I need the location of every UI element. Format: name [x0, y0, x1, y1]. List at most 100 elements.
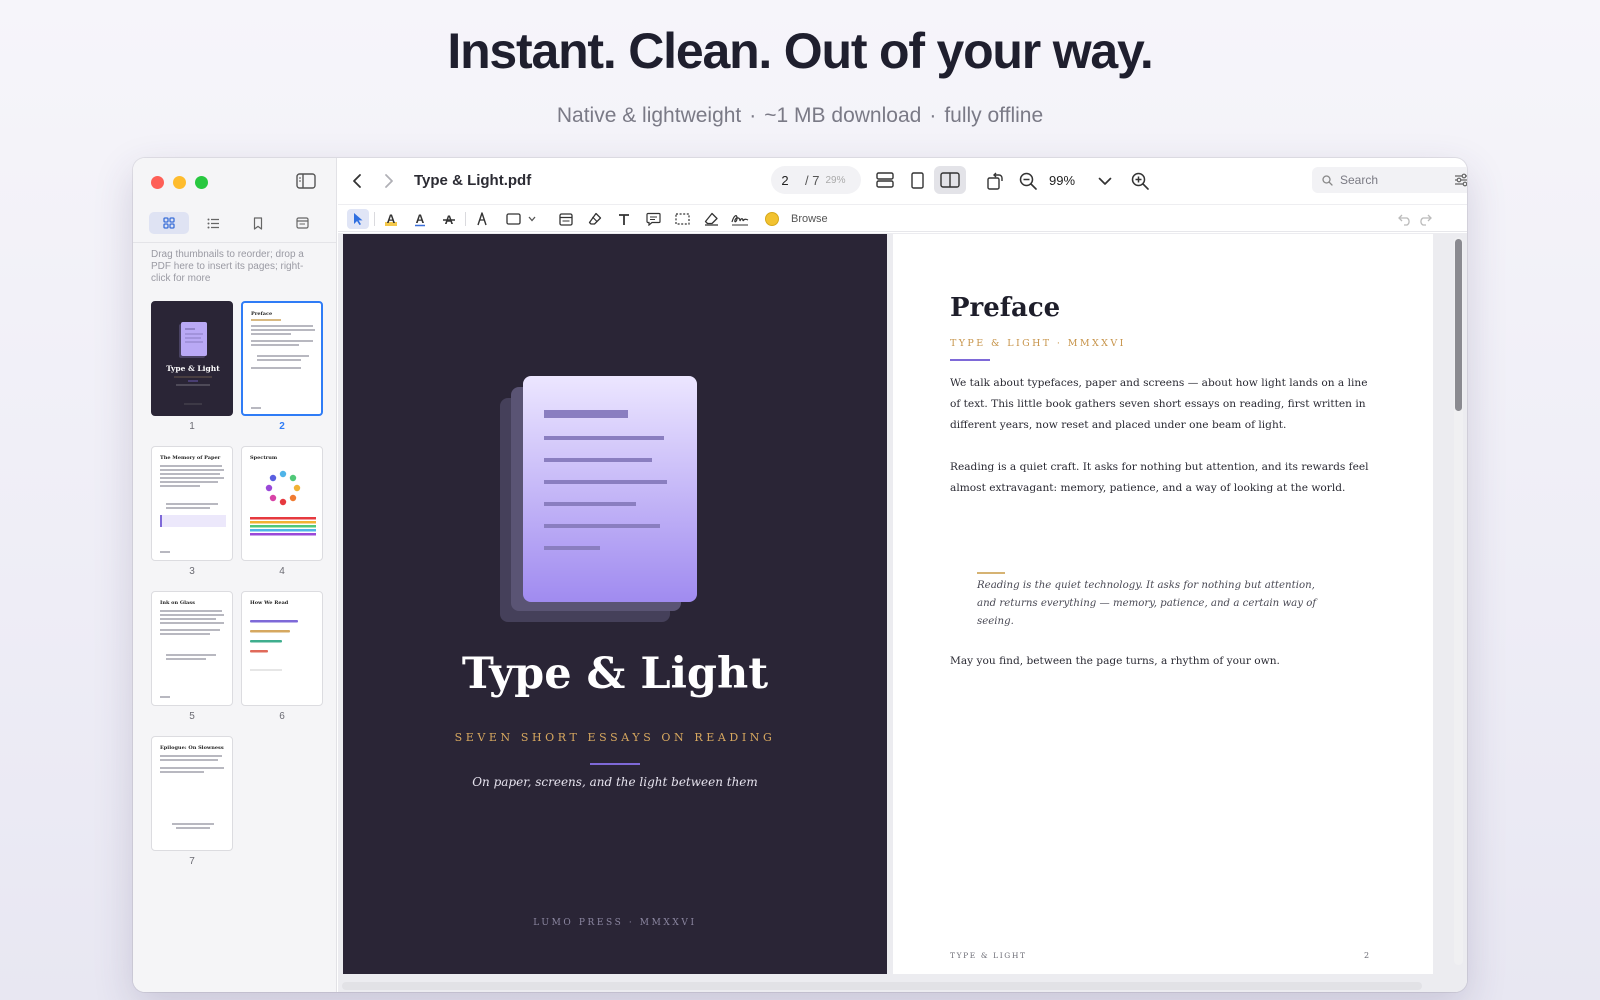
current-page-field[interactable]: 2	[771, 173, 799, 188]
thumbnail-page-5[interactable]: Ink on Glass 5	[151, 591, 233, 722]
zoom-menu-button[interactable]	[1094, 170, 1116, 192]
thumbnail-page-7[interactable]: Epilogue: On Slowness 7	[151, 736, 233, 867]
eraser-icon	[588, 212, 602, 225]
bookmark-icon	[254, 216, 263, 230]
grid-icon	[163, 217, 175, 229]
thumbnail-page-6[interactable]: How We Read 6	[241, 591, 323, 722]
undo-button[interactable]	[1396, 212, 1414, 228]
scrollbar-thumb[interactable]	[1455, 239, 1462, 411]
pen-icon	[477, 212, 487, 226]
page-footer-title: TYPE & LIGHT	[950, 951, 1027, 960]
hero-subline: Native & lightweight · ~1 MB download · full…	[0, 104, 1600, 128]
strikethrough-text-icon: A	[443, 213, 455, 227]
annotation-toolbar: A A A Browse	[338, 204, 1467, 232]
text-tool[interactable]	[613, 209, 635, 229]
undo-icon	[1398, 214, 1410, 226]
page-footer-number: 2	[1364, 951, 1370, 960]
color-picker-button[interactable]	[763, 209, 781, 229]
select-tool[interactable]	[347, 209, 369, 229]
comment-tool[interactable]	[642, 209, 664, 229]
sticky-note-icon	[559, 212, 573, 226]
thumbnail-number: 2	[279, 421, 285, 432]
underline-tool[interactable]: A	[409, 209, 431, 229]
preface-pull-quote: Reading is the quiet technology. It asks…	[977, 580, 1317, 627]
thumbnail-title: The Memory of Paper	[160, 455, 221, 461]
sidebar-tabs	[149, 212, 323, 234]
document-viewport[interactable]: Type & Light SEVEN SHORT ESSAYS ON READI…	[338, 233, 1467, 992]
forward-button[interactable]	[378, 170, 400, 192]
preface-divider	[950, 359, 990, 361]
thumbnail-image: Type & Light	[151, 301, 233, 416]
preface-paragraph-3: May you find, between the page turns, a …	[950, 655, 1280, 667]
redact-tool[interactable]	[700, 209, 722, 229]
preface-paragraph-1: We talk about typefaces, paper and scree…	[950, 377, 1368, 431]
signature-tool[interactable]	[729, 209, 751, 229]
sidebar-divider	[133, 242, 336, 243]
zoom-out-button[interactable]	[1016, 170, 1040, 192]
continuous-scroll-button[interactable]	[870, 166, 900, 194]
redo-button[interactable]	[1416, 212, 1434, 228]
clear-format-icon	[704, 212, 718, 226]
tab-thumbnails[interactable]	[149, 212, 189, 234]
svg-text:Type & Light: Type & Light	[166, 364, 220, 373]
eraser-tool[interactable]	[584, 209, 606, 229]
total-pages: / 7	[805, 172, 820, 188]
shape-tool[interactable]	[502, 209, 524, 229]
sidebar-hint: Drag thumbnails to reorder; drop a PDF h…	[151, 249, 304, 284]
browse-mode-label[interactable]: Browse	[791, 213, 828, 225]
rectangle-icon	[505, 213, 521, 225]
shape-menu-button[interactable]	[525, 209, 539, 229]
search-options-icon[interactable]	[1454, 173, 1467, 187]
list-icon	[207, 218, 220, 228]
chevron-left-icon	[353, 174, 361, 188]
cover-title: Type & Light	[461, 649, 769, 699]
underline-text-icon: A	[415, 212, 425, 226]
traffic-lights	[151, 176, 208, 189]
zoom-window-button[interactable]	[195, 176, 208, 189]
thumbnail-image: Spectrum	[241, 446, 323, 561]
two-page-button[interactable]	[934, 166, 966, 194]
text-icon	[619, 213, 629, 225]
thumbnail-page-1[interactable]: Type & Light 1	[151, 301, 233, 432]
zoom-in-button[interactable]	[1128, 170, 1152, 192]
single-page-button[interactable]	[900, 166, 934, 194]
zoom-level[interactable]: 99%	[1049, 173, 1075, 188]
tab-annotations[interactable]	[283, 212, 323, 234]
feature-size: ~1 MB download	[764, 104, 922, 127]
thumbnail-page-2[interactable]: Preface 2	[241, 301, 323, 432]
minimize-window-button[interactable]	[173, 176, 186, 189]
svg-text:A: A	[416, 212, 425, 226]
sidebar-toggle-icon[interactable]	[296, 173, 318, 191]
separator-dot: ·	[749, 104, 757, 127]
page-indicator[interactable]: 2 / 7 29%	[771, 166, 861, 194]
vertical-scrollbar[interactable]	[1454, 237, 1463, 965]
thumbnail-image: Ink on Glass	[151, 591, 233, 706]
highlight-tool[interactable]: A	[380, 209, 402, 229]
area-select-tool[interactable]	[671, 209, 693, 229]
strikethrough-tool[interactable]: A	[438, 209, 460, 229]
hero-headline: Instant. Clean. Out of your way.	[447, 23, 1153, 79]
rotate-icon	[987, 172, 1003, 190]
back-button[interactable]	[346, 170, 368, 192]
thumbnail-number: 1	[189, 421, 195, 432]
note-tool[interactable]	[555, 209, 577, 229]
horizontal-scrollbar[interactable]	[342, 982, 1422, 990]
tab-bookmarks[interactable]	[238, 212, 278, 234]
pen-tool[interactable]	[471, 209, 493, 229]
highlight-text-icon: A	[385, 212, 397, 226]
signature-icon	[731, 215, 749, 226]
search-field[interactable]: Search	[1312, 167, 1467, 193]
chevron-down-icon	[528, 216, 536, 222]
cover-divider	[590, 763, 640, 765]
rotate-button[interactable]	[983, 170, 1007, 192]
preface-title: Preface	[950, 293, 1061, 323]
thumbnail-title: Epilogue: On Slowness	[160, 745, 224, 751]
thumbnail-page-3[interactable]: The Memory of Paper 3	[151, 446, 233, 577]
layout-mode-group	[870, 165, 966, 195]
tab-outline[interactable]	[194, 212, 234, 234]
progress-percent: 29%	[825, 174, 846, 186]
marquee-icon	[674, 213, 690, 225]
thumbnail-number: 5	[189, 711, 195, 722]
thumbnail-page-4[interactable]: Spectrum 4	[241, 446, 323, 577]
close-window-button[interactable]	[151, 176, 164, 189]
